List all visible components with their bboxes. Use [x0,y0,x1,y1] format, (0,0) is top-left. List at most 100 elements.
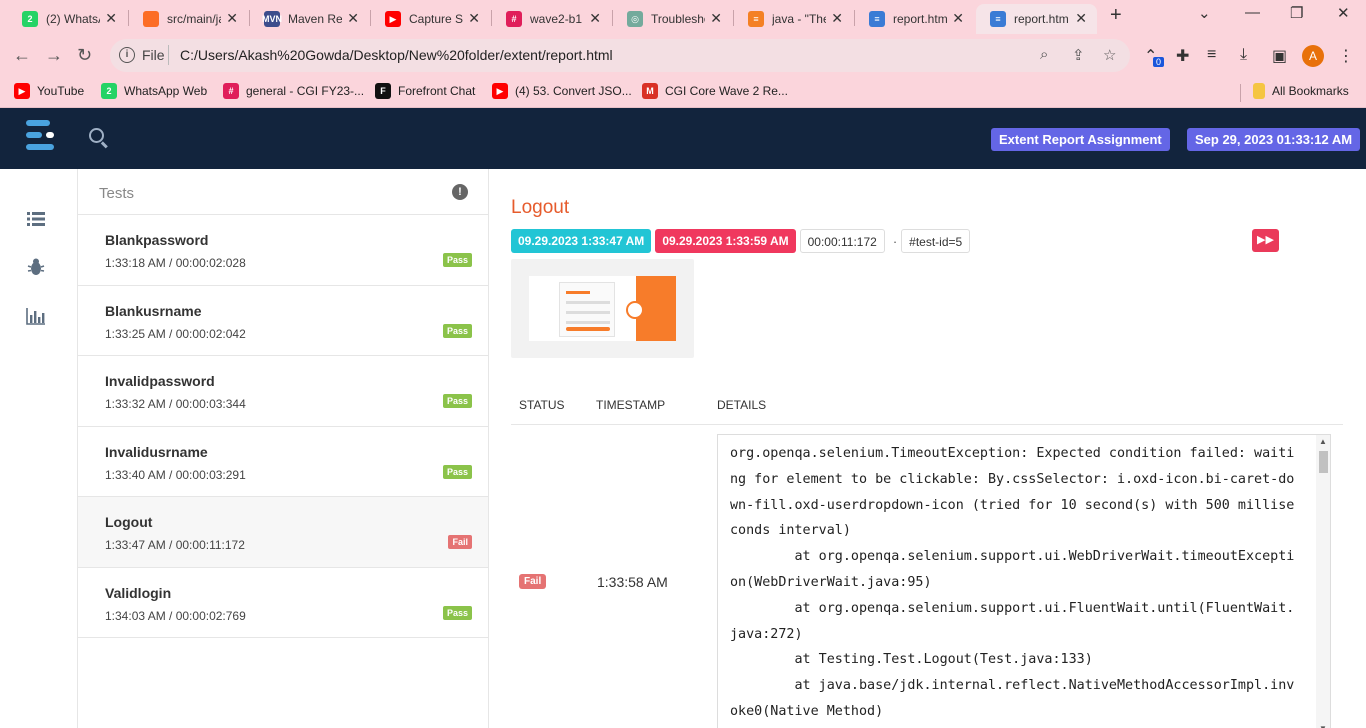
bookmark-item[interactable]: M CGI Core Wave 2 Re... [642,83,788,99]
browser-tab[interactable]: src/main/java ✕ [129,4,248,34]
browser-tab[interactable]: ◎ Troubleshoot ✕ [613,4,732,34]
log-details-box[interactable]: org.openqa.selenium.TimeoutException: Ex… [717,434,1331,728]
info-icon[interactable]: ! [452,184,468,200]
close-window-icon[interactable]: ✕ [1337,4,1350,22]
url-text[interactable]: C:/Users/Akash%20Gowda/Desktop/New%20fol… [180,47,613,63]
close-tab-icon[interactable]: ✕ [347,10,359,27]
share-icon[interactable]: ⇪ [1072,46,1085,64]
column-header-status: STATUS [519,398,565,412]
restore-icon[interactable]: ❐ [1290,4,1303,22]
avatar[interactable]: A [1302,45,1324,67]
log-table-header: STATUS TIMESTAMP DETAILS [511,391,1343,425]
address-bar[interactable]: i File C:/Users/Akash%20Gowda/Desktop/Ne… [110,39,1130,72]
tab-title: src/main/java [167,12,221,26]
test-item-logout[interactable]: Logout 1:33:47 AM / 00:00:11:172 Fail [78,497,488,568]
scroll-down-icon[interactable]: ▼ [1319,724,1327,728]
back-icon[interactable]: ← [13,45,31,66]
browser-tab[interactable]: 2 (2) WhatsApp ✕ [8,4,127,34]
close-tab-icon[interactable]: ✕ [952,10,964,27]
status-badge: Fail [448,535,472,549]
bookmark-item[interactable]: ▶ (4) 53. Convert JSO... [492,83,632,99]
bookmark-label: CGI Core Wave 2 Re... [665,84,788,98]
site-info-icon[interactable]: i [119,47,135,63]
column-header-timestamp: TIMESTAMP [596,398,666,412]
gitlab-icon [143,11,159,27]
close-tab-icon[interactable]: ✕ [226,10,238,27]
tab-title: Capture Screenshot [409,12,463,26]
side-panel-icon[interactable]: ▣ [1272,46,1287,66]
gmail-icon: M [642,83,658,99]
close-tab-icon[interactable]: ✕ [710,10,722,27]
zoom-icon[interactable]: ⌕ [1040,46,1048,63]
test-item-invalidpassword[interactable]: Invalidpassword 1:33:32 AM / 00:00:03:344… [78,356,488,427]
test-id-badge: #test-id=5 [901,229,971,253]
test-meta-chips: 09.29.2023 1:33:47 AM 09.29.2023 1:33:59… [511,229,974,253]
close-tab-icon[interactable]: ✕ [589,10,601,27]
stackoverflow-icon: ≡ [748,11,764,27]
test-name: Invalidpassword [105,373,215,389]
download-icon[interactable]: ⤓ [1240,46,1247,64]
browser-tab[interactable]: ≡ report.html ✕ [976,4,1097,34]
browser-tab[interactable]: # wave2-b1 ✕ [492,4,611,34]
tab-search-icon[interactable]: ⌄ [1198,4,1211,22]
media-control-icon[interactable]: ≡ [1207,46,1216,64]
folder-icon [1253,83,1265,99]
search-icon[interactable] [89,128,111,150]
all-bookmarks[interactable]: All Bookmarks [1253,83,1349,99]
bookmark-item[interactable]: 2 WhatsApp Web [101,83,207,99]
bookmark-item[interactable]: F Forefront Chat [375,83,475,99]
browser-tab[interactable]: ≡ java - "The ✕ [734,4,853,34]
test-item-blankpassword[interactable]: Blankpassword 1:33:18 AM / 00:00:02:028 Pa… [78,215,488,286]
puzzle-icon[interactable]: ✚ [1176,46,1189,66]
extension-badge: 0 [1153,57,1165,67]
close-tab-icon[interactable]: ✕ [468,10,480,27]
youtube-icon: ▶ [385,11,401,27]
extent-logo [26,118,54,154]
test-time-duration: 1:33:40 AM / 00:00:03:291 [105,467,246,482]
bookmark-item[interactable]: # general - CGI FY23-... [223,83,364,99]
scroll-up-icon[interactable]: ▲ [1319,437,1327,446]
test-item-invalidusrname[interactable]: Invalidusrname 1:33:40 AM / 00:00:03:291 P… [78,427,488,497]
browser-tab[interactable]: MVN Maven Repository ✕ [250,4,369,34]
start-time-badge: 09.29.2023 1:33:47 AM [511,229,652,253]
slack-icon: # [223,83,239,99]
tab-title: report.html [893,12,947,26]
reload-icon[interactable]: ↻ [77,45,92,66]
bookmark-label: WhatsApp Web [124,84,208,98]
test-name: Logout [105,514,153,530]
close-tab-icon[interactable]: ✕ [1075,10,1087,27]
browser-tab[interactable]: ▶ Capture Screenshot ✕ [371,4,490,34]
extent-icon: ≡ [990,11,1006,27]
status-badge: Pass [442,394,472,408]
test-title: Logout [511,197,570,218]
close-tab-icon[interactable]: ✕ [105,10,117,27]
test-item-validlogin[interactable]: Validlogin 1:34:03 AM / 00:00:02:769 Pass [78,568,488,638]
bug-icon[interactable] [26,257,46,277]
test-time-duration: 1:33:25 AM / 00:00:02:042 [105,326,246,341]
url-scheme: File [142,47,165,63]
test-detail-panel: Logout 09.29.2023 1:33:47 AM 09.29.2023 … [489,169,1366,728]
close-tab-icon[interactable]: ✕ [831,10,843,27]
menu-icon[interactable]: ⋮ [1338,46,1354,66]
new-tab-button[interactable]: + [1110,4,1122,27]
url-divider [168,45,169,65]
tab-title: Maven Repository [288,12,342,26]
tab-title: java - "The [772,12,826,26]
browser-toolbar: ← → ↻ i File C:/Users/Akash%20Gowda/Desk… [0,34,1366,78]
screenshot-thumbnail[interactable] [511,259,694,358]
log-scrollbar[interactable]: ▲ ▼ [1316,435,1330,728]
dashboard-chart-icon[interactable] [26,306,46,326]
tab-divider [612,10,613,26]
next-failed-button[interactable]: ▶▶ [1252,229,1279,252]
log-timestamp: 1:33:58 AM [597,574,668,590]
tab-divider [249,10,250,26]
browser-tab[interactable]: ≡ report.html ✕ [855,4,974,34]
bookmark-item[interactable]: ▶ YouTube [14,83,84,99]
youtube-icon: ▶ [14,83,30,99]
test-item-blankusrname[interactable]: Blankusrname 1:33:25 AM / 00:00:02:042 Pas… [78,286,488,356]
list-icon[interactable] [26,209,46,229]
minimize-icon[interactable]: — [1245,4,1260,21]
bookmark-star-icon[interactable]: ☆ [1103,46,1116,64]
forward-icon[interactable]: → [45,45,63,66]
scrollbar-thumb[interactable] [1319,451,1328,473]
